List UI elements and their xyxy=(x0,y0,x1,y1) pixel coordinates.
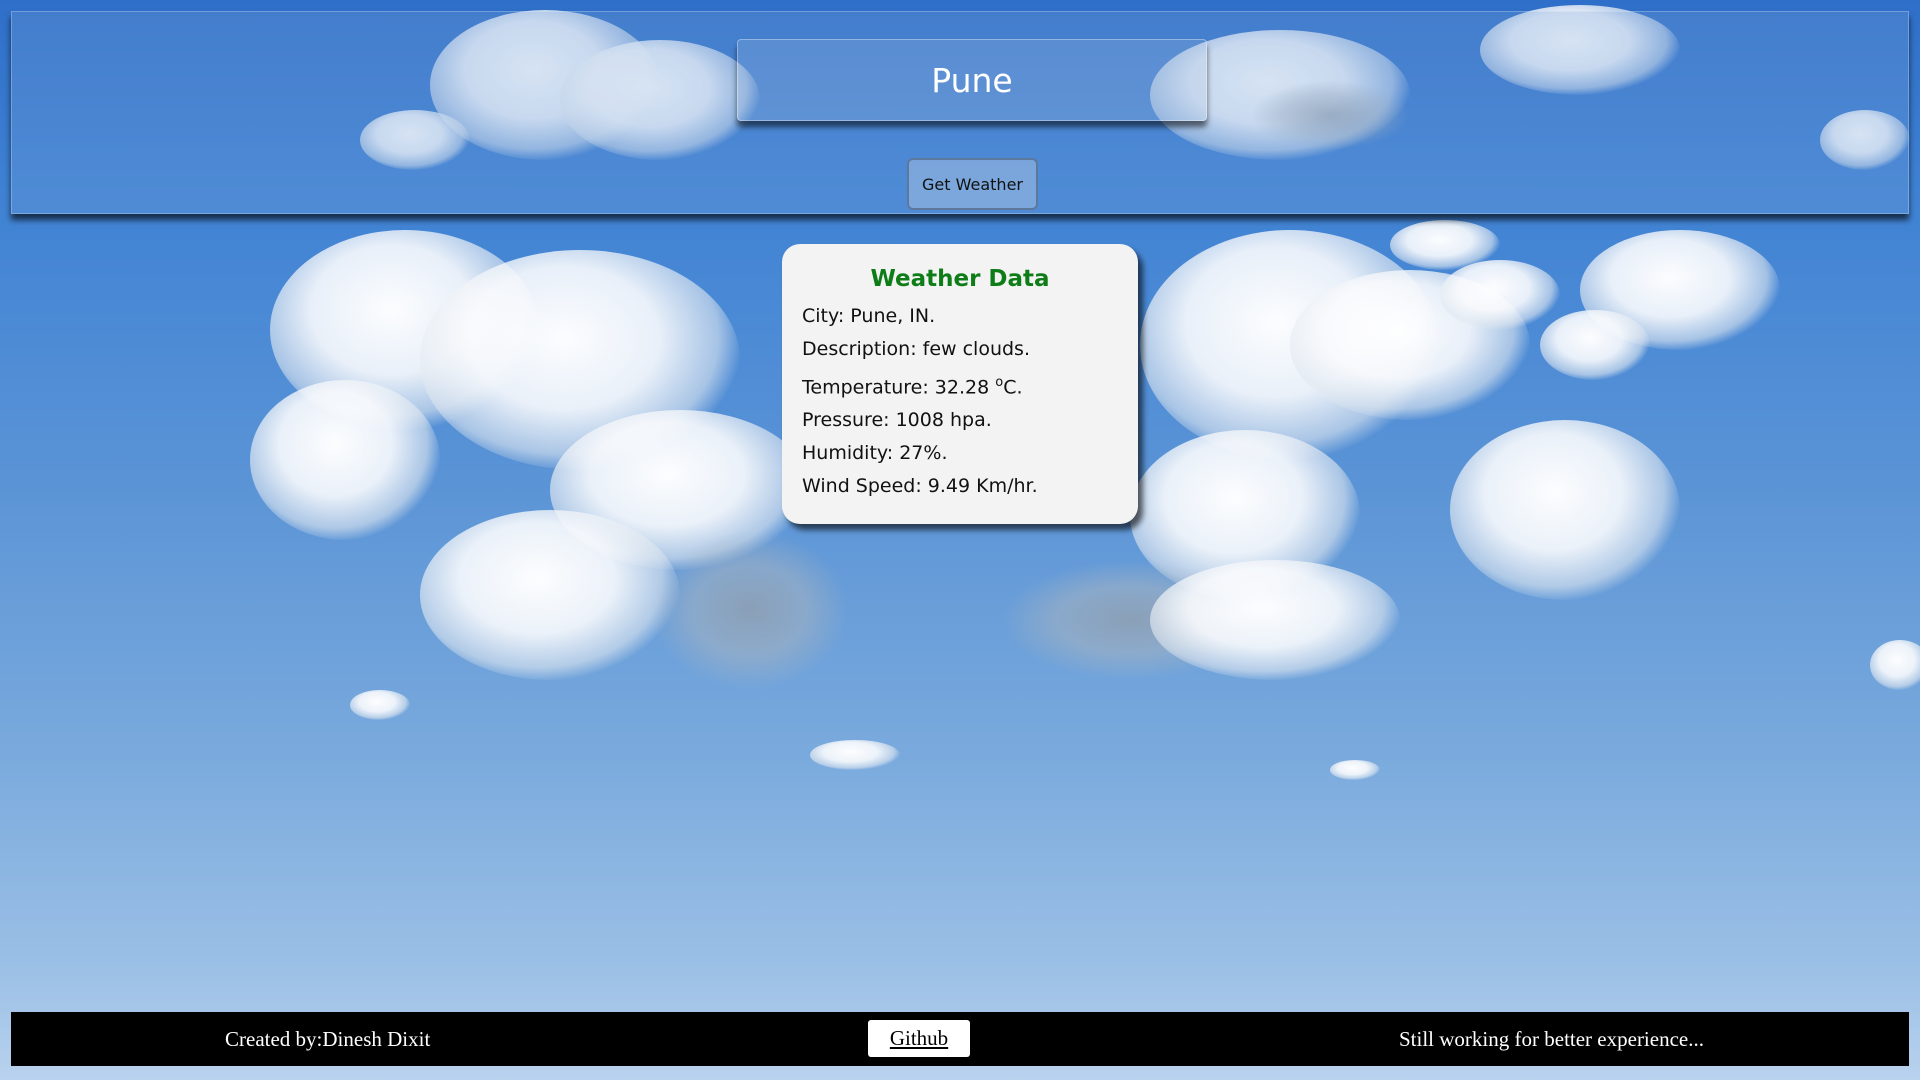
github-link[interactable]: Github xyxy=(868,1020,970,1057)
city-row: City: Pune, IN. xyxy=(802,305,936,327)
get-weather-button[interactable]: Get Weather xyxy=(907,158,1038,210)
footer: Created by:Dinesh Dixit Github Still wor… xyxy=(11,1012,1909,1066)
temperature-unit: C. xyxy=(1003,376,1023,399)
card-title: Weather Data xyxy=(870,266,1050,292)
city-input[interactable] xyxy=(737,39,1207,121)
temperature-row: Temperature: 32.28 oC. xyxy=(802,366,1118,404)
degree-symbol: o xyxy=(995,375,1004,390)
weather-card: Weather Data City: Pune, IN. Description… xyxy=(782,244,1138,524)
temperature-value: Temperature: 32.28 xyxy=(802,376,996,399)
humidity-row: Humidity: 27%. xyxy=(802,442,948,465)
status-note: Still working for better experience... xyxy=(1399,1027,1704,1051)
wind-speed-row: Wind Speed: 9.49 Km/hr. xyxy=(802,475,1038,498)
credit-text: Created by:Dinesh Dixit xyxy=(225,1027,431,1051)
search-header: Get Weather xyxy=(11,11,1909,214)
description-row: Description: few clouds. xyxy=(802,338,1030,360)
pressure-row: Pressure: 1008 hpa. xyxy=(802,409,992,432)
